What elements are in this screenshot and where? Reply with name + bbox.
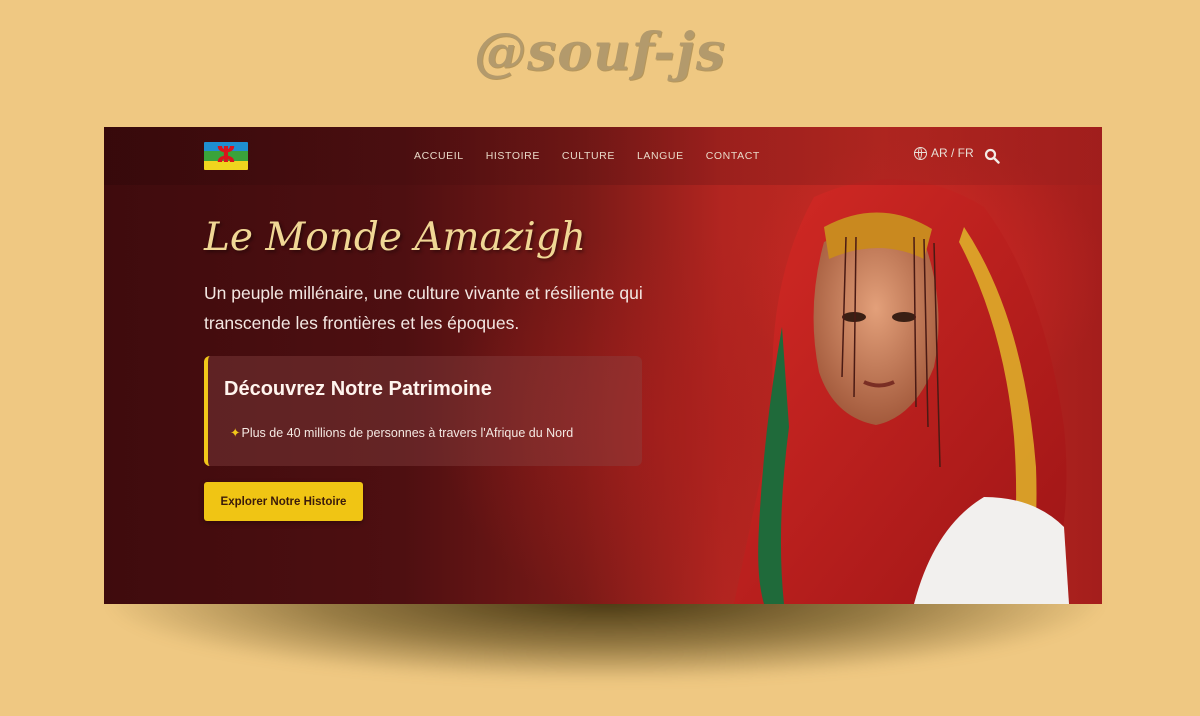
sparkle-icon: ✦	[230, 426, 241, 440]
hero-title: Le Monde Amazigh	[204, 215, 586, 260]
explore-history-button[interactable]: Explorer Notre Histoire	[204, 482, 363, 521]
nav-link-histoire[interactable]: HISTOIRE	[486, 146, 540, 166]
amazigh-flag-logo[interactable]: ⵣ	[204, 142, 248, 170]
globe-icon	[914, 146, 927, 160]
heritage-card-fact: ✦Plus de 40 millions de personnes à trav…	[230, 425, 573, 440]
watermark: @souf-js	[474, 22, 726, 83]
search-icon[interactable]	[984, 148, 1000, 164]
top-navigation-bar: ⵣ ACCUEIL HISTOIRE CULTURE LANGUE CONTAC…	[104, 127, 1102, 185]
main-nav: ACCUEIL HISTOIRE CULTURE LANGUE CONTACT	[414, 146, 782, 166]
heritage-card: Découvrez Notre Patrimoine ✦Plus de 40 m…	[204, 356, 642, 466]
nav-link-accueil[interactable]: ACCUEIL	[414, 146, 464, 166]
website-screenshot: ⵣ ACCUEIL HISTOIRE CULTURE LANGUE CONTAC…	[104, 127, 1102, 604]
nav-link-contact[interactable]: CONTACT	[706, 146, 760, 166]
nav-link-culture[interactable]: CULTURE	[562, 146, 615, 166]
nav-link-langue[interactable]: LANGUE	[637, 146, 684, 166]
hero-portrait-image	[734, 179, 1069, 604]
language-switcher[interactable]: AR / FR	[914, 146, 974, 160]
language-switcher-label: AR / FR	[931, 146, 974, 160]
logo-symbol: ⵣ	[216, 143, 236, 168]
heritage-card-fact-text: Plus de 40 millions de personnes à trave…	[241, 426, 574, 440]
heritage-card-title: Découvrez Notre Patrimoine	[224, 378, 492, 400]
hero-subtitle: Un peuple millénaire, une culture vivant…	[204, 283, 643, 333]
